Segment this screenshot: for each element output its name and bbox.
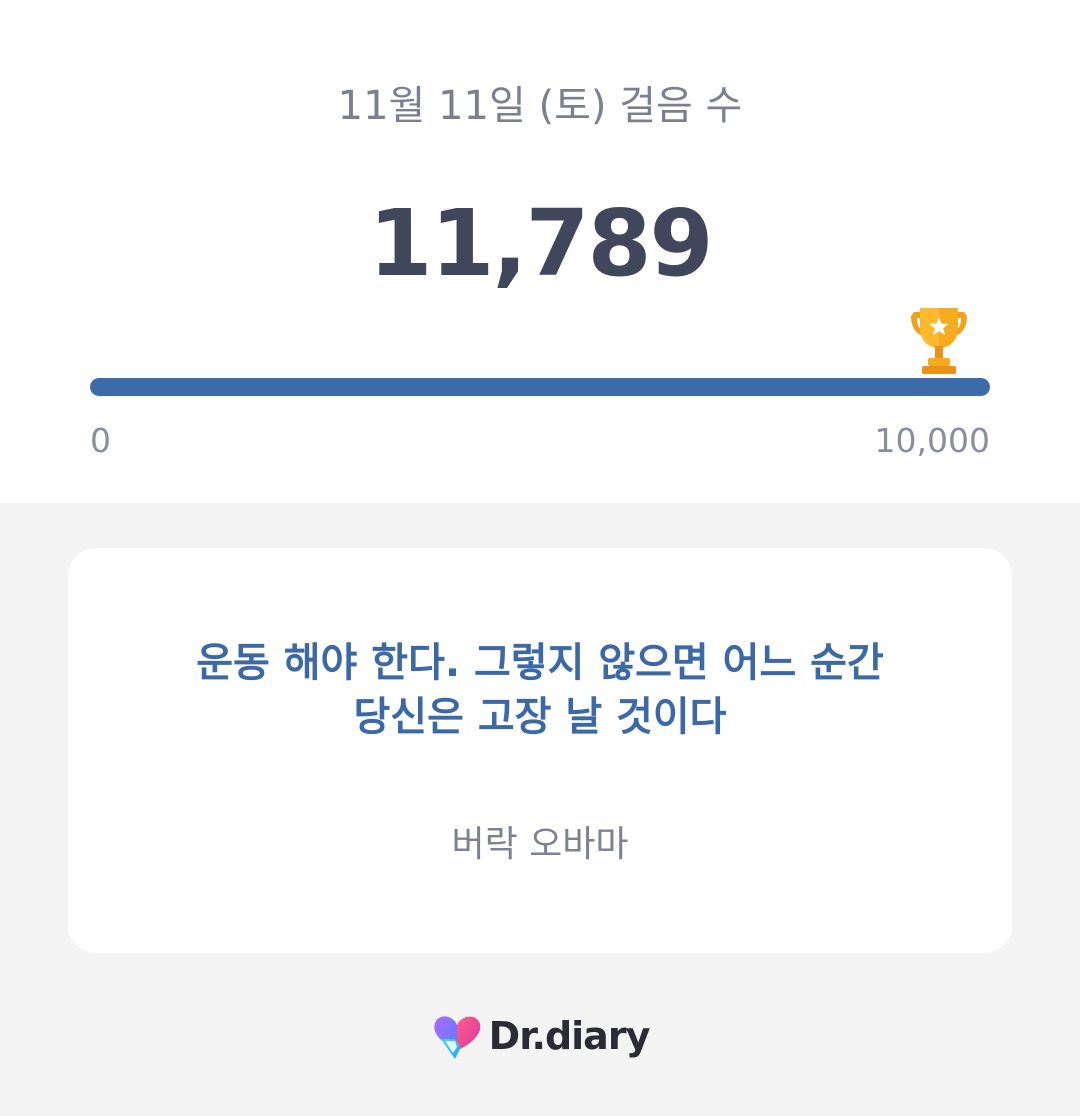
quote-card: 운동 해야 한다. 그렇지 않으면 어느 순간 당신은 고장 날 것이다 버락 … — [68, 548, 1012, 953]
heart-logo-icon — [433, 1016, 480, 1059]
quote-text: 운동 해야 한다. 그렇지 않으면 어느 순간 당신은 고장 날 것이다 — [196, 640, 884, 740]
step-progress-fill — [90, 378, 990, 396]
brand-footer: Dr.diary — [0, 1008, 1080, 1064]
brand-name: Dr.diary — [488, 1014, 651, 1058]
step-count: 11,789 — [368, 190, 713, 297]
date-title: 11월 11일 (토) 걸음 수 — [337, 83, 743, 129]
trophy-icon — [911, 308, 967, 374]
progress-goal-label: 10,000 — [874, 421, 990, 460]
quote-author: 버락 오바마 — [451, 824, 629, 865]
progress-min-label: 0 — [90, 421, 111, 460]
step-summary-panel: 11월 11일 (토) 걸음 수 11,789 0 10,000 — [0, 0, 1080, 503]
step-progress-bar — [90, 378, 990, 396]
